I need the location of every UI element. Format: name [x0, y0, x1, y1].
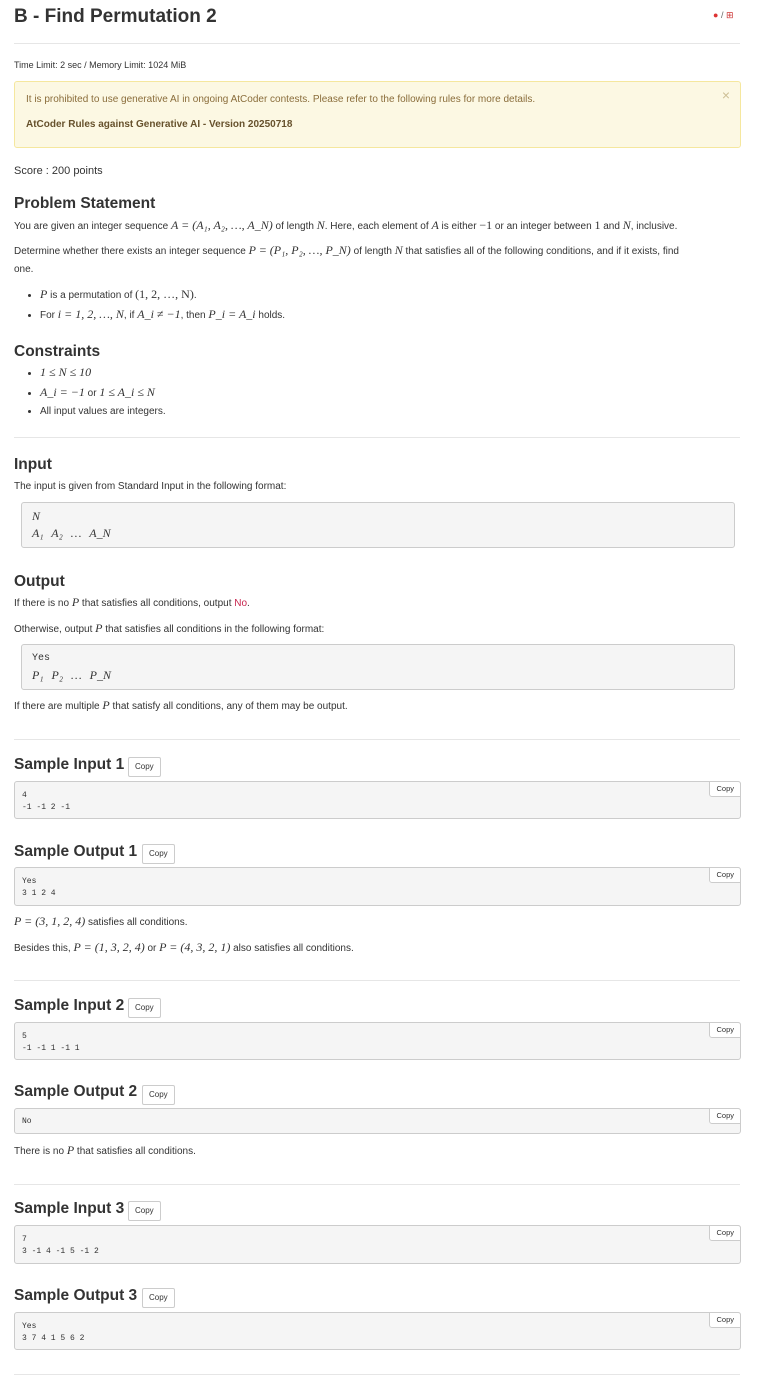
divider — [14, 1374, 740, 1375]
sample-1-explanation-1: P = (3, 1, 2, 4) satisfies all condition… — [14, 914, 188, 928]
copy-button[interactable]: Copy — [142, 844, 175, 864]
format-line-1: Yes — [32, 653, 51, 664]
format-line-2: P₁ P₂ … P_N — [32, 668, 112, 682]
sample-code: Yes 3 1 2 4 — [22, 877, 56, 898]
english-flag-icon[interactable]: ⊞ — [726, 10, 734, 20]
sample-code: 7 3 -1 4 -1 5 -1 2 — [22, 1235, 99, 1256]
copy-button[interactable]: Copy — [128, 998, 161, 1018]
constraints-heading: Constraints — [14, 343, 101, 360]
format-line-1: N — [32, 509, 41, 523]
sample-output-3-heading: Sample Output 3 — [14, 1287, 138, 1304]
time-memory-limit: Time Limit: 2 sec / Memory Limit: 1024 M… — [14, 60, 187, 70]
divider — [14, 437, 740, 438]
output-format-block: Yes P₁ P₂ … P_N — [21, 644, 735, 690]
alert-message: It is prohibited to use generative AI in… — [26, 94, 536, 105]
copy-button[interactable]: Copy — [128, 1201, 161, 1221]
language-switcher[interactable]: ● / ⊞ — [713, 10, 734, 21]
output-heading: Output — [14, 573, 65, 590]
sample-2-explanation: There is no P that satisfies all conditi… — [14, 1143, 196, 1157]
sample-input-1-heading: Sample Input 1 — [14, 756, 125, 773]
sample-output-3-block: Yes 3 7 4 1 5 6 2 Copy — [14, 1312, 741, 1350]
copy-button[interactable]: Copy — [709, 1022, 741, 1038]
copy-button[interactable]: Copy — [709, 1312, 741, 1328]
list-item: All input values are integers. — [40, 403, 166, 421]
conditions-list: P is a permutation of (1, 2, …, N). For … — [14, 285, 285, 325]
sample-code: Yes 3 7 4 1 5 6 2 — [22, 1322, 85, 1343]
score: Score : 200 points — [14, 165, 103, 177]
copy-button[interactable]: Copy — [128, 757, 161, 777]
sample-output-2-block: No Copy — [14, 1108, 741, 1134]
input-description: The input is given from Standard Input i… — [14, 481, 287, 492]
copy-button[interactable]: Copy — [709, 1225, 741, 1241]
sample-1-explanation-2: Besides this, P = (1, 3, 2, 4) or P = (4… — [14, 940, 354, 954]
copy-button[interactable]: Copy — [709, 867, 741, 883]
copy-button[interactable]: Copy — [709, 781, 741, 797]
divider — [14, 980, 740, 981]
output-paragraph-3: If there are multiple P that satisfy all… — [14, 698, 348, 712]
output-paragraph-2: Otherwise, output P that satisfies all c… — [14, 621, 325, 635]
japanese-flag-icon[interactable]: ● — [713, 10, 718, 20]
sample-code: 4 -1 -1 2 -1 — [22, 791, 71, 812]
statement-paragraph-2-cont: one. — [14, 264, 34, 275]
problem-statement-heading: Problem Statement — [14, 195, 156, 212]
sample-input-2-heading: Sample Input 2 — [14, 997, 125, 1014]
list-item: For i = 1, 2, …, N, if A_i ≠ −1, then P_… — [40, 305, 285, 325]
sample-code: No — [22, 1117, 32, 1126]
sample-output-1-block: Yes 3 1 2 4 Copy — [14, 867, 741, 906]
statement-paragraph-1: You are given an integer sequence A = (A… — [14, 218, 678, 232]
divider — [14, 739, 740, 740]
constraints-list: 1 ≤ N ≤ 10 A_i = −1 or 1 ≤ A_i ≤ N All i… — [14, 363, 166, 421]
copy-button[interactable]: Copy — [709, 1108, 741, 1124]
output-paragraph-1: If there is no P that satisfies all cond… — [14, 595, 250, 609]
divider — [14, 43, 740, 44]
input-format-block: N A₁ A₂ … A_N — [21, 502, 735, 548]
sample-input-3-heading: Sample Input 3 — [14, 1200, 125, 1217]
list-item: P is a permutation of (1, 2, …, N). — [40, 285, 285, 305]
sample-input-1-block: 4 -1 -1 2 -1 Copy — [14, 781, 741, 819]
sample-output-2-heading: Sample Output 2 — [14, 1083, 138, 1100]
statement-paragraph-2: Determine whether there exists an intege… — [14, 243, 679, 257]
list-item: 1 ≤ N ≤ 10 — [40, 363, 166, 383]
language-separator: / — [720, 10, 724, 20]
list-item: A_i = −1 or 1 ≤ A_i ≤ N — [40, 383, 166, 403]
copy-button[interactable]: Copy — [142, 1288, 175, 1308]
generative-ai-alert: It is prohibited to use generative AI in… — [14, 81, 741, 148]
divider — [14, 1184, 740, 1185]
copy-button[interactable]: Copy — [142, 1085, 175, 1105]
sample-input-3-block: 7 3 -1 4 -1 5 -1 2 Copy — [14, 1225, 741, 1264]
format-line-2: A₁ A₂ … A_N — [32, 526, 111, 540]
sample-input-2-block: 5 -1 -1 1 -1 1 Copy — [14, 1022, 741, 1060]
close-icon[interactable]: × — [722, 87, 730, 103]
sample-output-1-heading: Sample Output 1 — [14, 843, 138, 860]
sample-code: 5 -1 -1 1 -1 1 — [22, 1032, 80, 1053]
page-title: B - Find Permutation 2 — [14, 6, 217, 27]
input-heading: Input — [14, 456, 52, 473]
alert-rules-link[interactable]: AtCoder Rules against Generative AI - Ve… — [26, 119, 292, 130]
